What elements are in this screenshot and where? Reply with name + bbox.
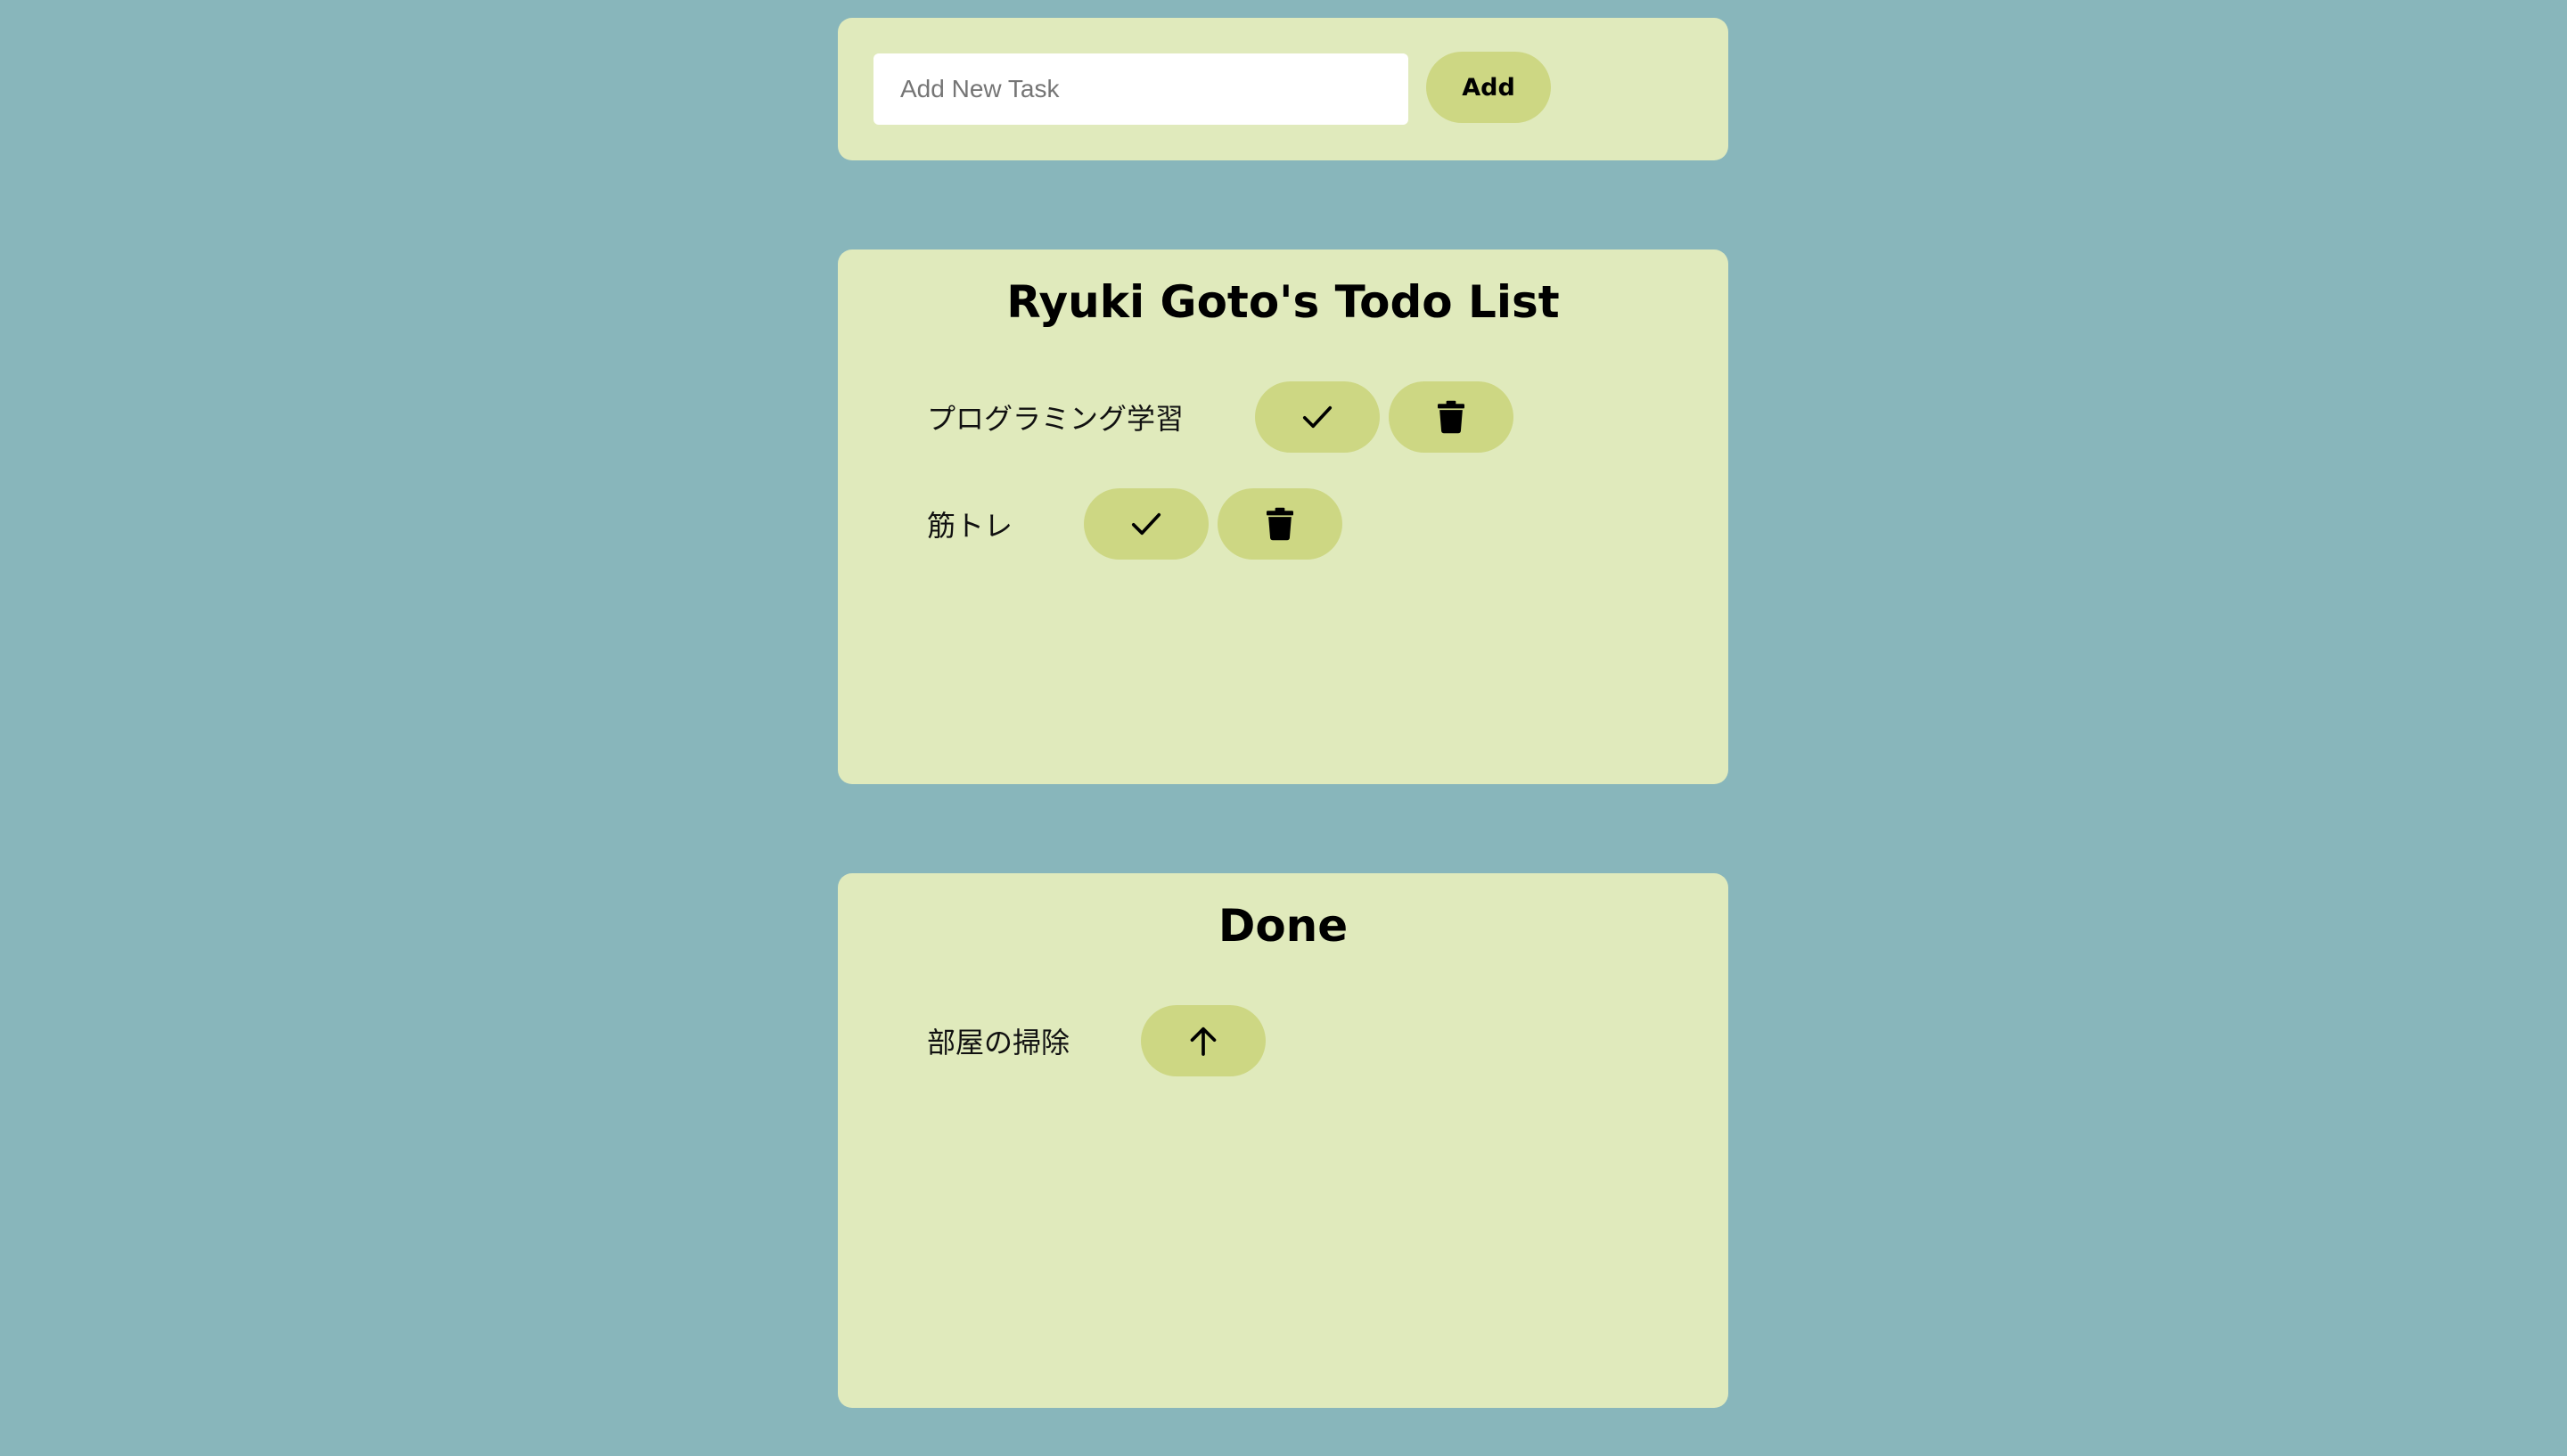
todo-list-title: Ryuki Goto's Todo List [1006, 276, 1560, 328]
restore-button[interactable] [1141, 1005, 1267, 1076]
check-icon [1300, 400, 1334, 434]
complete-button[interactable] [1255, 381, 1381, 453]
done-list-panel: Done 部屋の掃除 [838, 873, 1728, 1408]
new-task-input[interactable] [873, 53, 1408, 125]
delete-button[interactable] [1389, 381, 1514, 453]
todo-item-text: プログラミング学習 [927, 402, 1185, 436]
arrow-up-icon [1185, 1023, 1221, 1059]
todo-item-text: 筋トレ [927, 509, 1013, 543]
check-icon [1129, 507, 1163, 541]
complete-button[interactable] [1084, 488, 1210, 560]
delete-button[interactable] [1218, 488, 1343, 560]
done-item: 部屋の掃除 [927, 1005, 1267, 1076]
todo-list-panel: Ryuki Goto's Todo List プログラミング学習 筋トレ [838, 249, 1728, 784]
todo-item: プログラミング学習 [927, 381, 1514, 453]
trash-icon [1267, 507, 1294, 541]
done-item-text: 部屋の掃除 [927, 1026, 1070, 1059]
todo-item: 筋トレ [927, 488, 1343, 560]
add-task-panel: Add [838, 18, 1728, 160]
add-button[interactable]: Add [1426, 52, 1551, 123]
trash-icon [1438, 400, 1465, 434]
done-list-title: Done [1218, 900, 1349, 952]
